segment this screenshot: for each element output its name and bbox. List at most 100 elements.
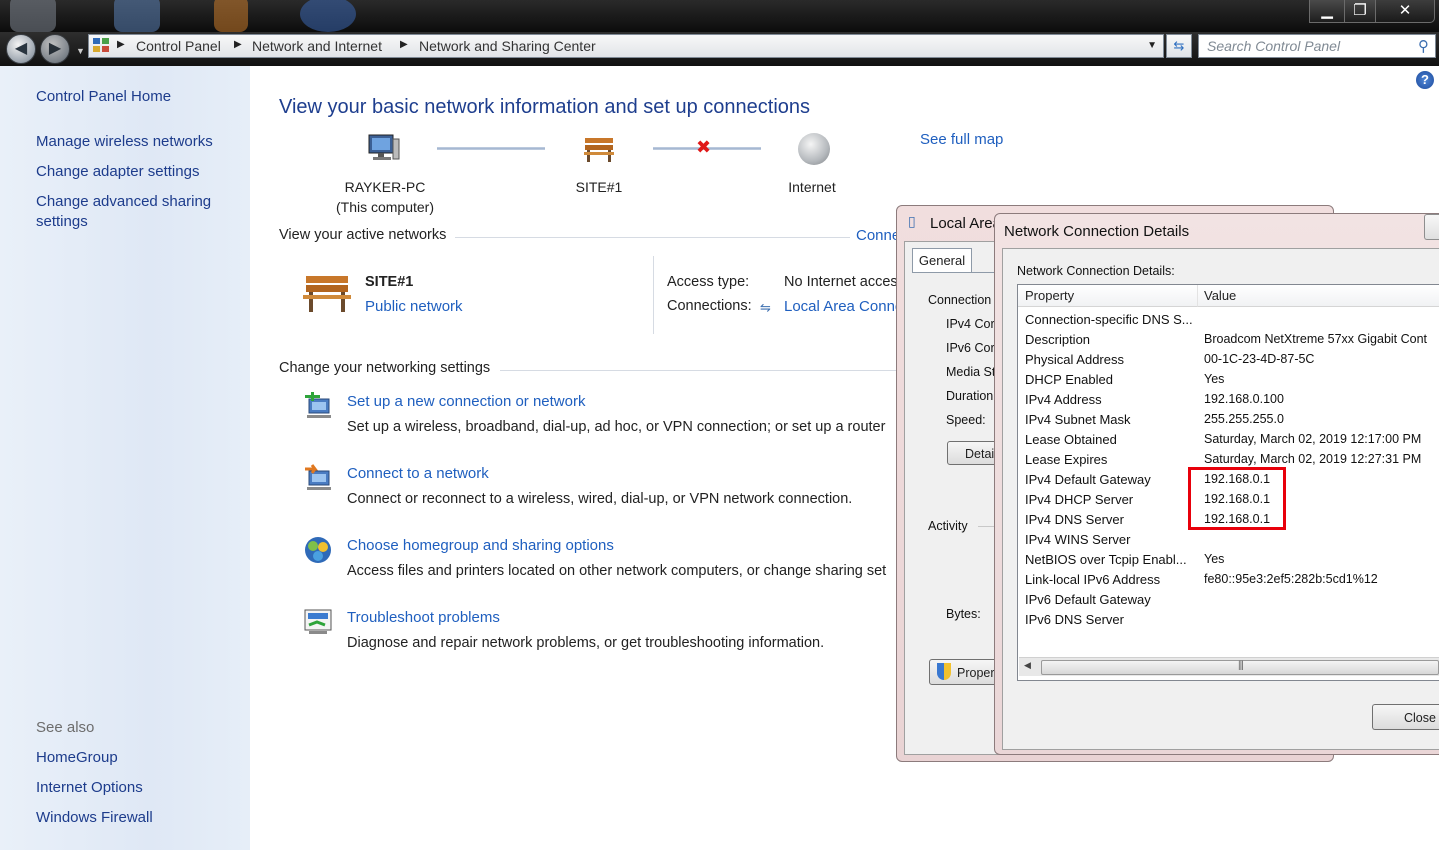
property-cell: DHCP Enabled: [1025, 372, 1113, 387]
local-area-connection-link[interactable]: Local Area Conne: [784, 298, 903, 315]
connections-label: Connections:: [667, 298, 752, 314]
scroll-thumb[interactable]: |||: [1041, 660, 1439, 675]
column-header-value[interactable]: Value: [1198, 285, 1439, 307]
property-cell: IPv6 Default Gateway: [1025, 592, 1151, 607]
details-close-x-button[interactable]: [1424, 214, 1439, 240]
search-placeholder: Search Control Panel: [1207, 38, 1341, 54]
bytes-label: Bytes:: [946, 607, 981, 621]
task-homegroup-desc: Access files and printers located on oth…: [347, 563, 887, 579]
map-internet-label: Internet: [788, 179, 836, 195]
connect-disconnect-link[interactable]: Conne: [856, 227, 900, 244]
value-cell: Broadcom NetXtreme 57xx Gigabit Cont: [1204, 332, 1428, 346]
computer-icon[interactable]: [366, 133, 400, 165]
map-network-label: SITE#1: [575, 179, 623, 195]
shield-icon: [937, 663, 951, 680]
task-connect-network-desc: Connect or reconnect to a wireless, wire…: [347, 491, 853, 507]
value-cell: 192.168.0.100: [1204, 392, 1284, 406]
see-full-map-link[interactable]: See full map: [920, 131, 1003, 148]
ipv4-connectivity-label: IPv4 Cor: [946, 317, 995, 331]
value-cell: Saturday, March 02, 2019 12:27:31 PM: [1204, 452, 1422, 466]
search-input[interactable]: Search Control Panel ⚲: [1198, 34, 1436, 58]
breadcrumb-separator-icon[interactable]: ▶: [400, 39, 408, 50]
help-icon[interactable]: ?: [1416, 71, 1434, 89]
desktop-icon: [300, 0, 356, 32]
see-also-heading: See also: [36, 719, 95, 736]
refresh-button[interactable]: ⇆: [1166, 34, 1192, 58]
minimize-button[interactable]: ▁: [1309, 0, 1345, 23]
property-cell: IPv4 Subnet Mask: [1025, 412, 1131, 427]
column-header-property[interactable]: Property: [1018, 285, 1198, 307]
value-cell: fe80::95e3:2ef5:282b:5cd1%12: [1204, 572, 1378, 586]
public-network-link[interactable]: Public network: [365, 298, 463, 315]
task-troubleshoot-desc: Diagnose and repair network problems, or…: [347, 635, 825, 651]
close-button[interactable]: ✕: [1375, 0, 1435, 23]
globe-icon[interactable]: [798, 133, 830, 165]
control-panel-home-link[interactable]: Control Panel Home: [36, 88, 171, 105]
activity-group-label: Activity: [928, 519, 968, 533]
tab-general[interactable]: General: [912, 248, 972, 273]
task-connect-network-link[interactable]: Connect to a network: [347, 465, 489, 482]
sidebar-item-change-adapter-settings[interactable]: Change adapter settings: [36, 163, 199, 180]
new-connection-icon: [303, 391, 333, 421]
sidebar-item-change-advanced-sharing-settings[interactable]: Change advanced sharing settings: [36, 192, 236, 232]
search-icon[interactable]: ⚲: [1418, 37, 1429, 55]
connect-network-icon: [303, 463, 333, 493]
media-state-label: Media St: [946, 365, 996, 379]
ipv6-connectivity-label: IPv6 Cor: [946, 341, 995, 355]
properties-button[interactable]: Proper: [929, 659, 999, 685]
network-adapter-icon: ⇋: [760, 300, 771, 315]
close-button-dialog[interactable]: Close: [1372, 704, 1439, 730]
maximize-button[interactable]: ❐: [1344, 0, 1376, 23]
active-networks-heading: View your active networks: [279, 227, 447, 243]
status-window-title: Local Area: [930, 215, 1001, 232]
property-cell: IPv6 DNS Server: [1025, 612, 1124, 627]
value-cell: Yes: [1204, 372, 1225, 386]
forward-button[interactable]: ▶: [40, 34, 70, 64]
connection-group-label: Connection: [928, 293, 992, 307]
desktop-icon: [214, 0, 248, 32]
vertical-divider: [653, 256, 654, 334]
property-cell: Physical Address: [1025, 352, 1124, 367]
task-troubleshoot-link[interactable]: Troubleshoot problems: [347, 609, 500, 626]
access-type-label: Access type:: [667, 274, 750, 290]
desktop-icon: [114, 0, 160, 32]
property-cell: Connection-specific DNS S...: [1025, 312, 1193, 327]
property-cell: Lease Obtained: [1025, 432, 1117, 447]
no-connection-x-icon[interactable]: ✖: [696, 137, 711, 158]
horizontal-scrollbar[interactable]: ◀ |||: [1019, 657, 1439, 676]
property-cell: Link-local IPv6 Address: [1025, 572, 1161, 587]
task-setup-connection-desc: Set up a wireless, broadband, dial-up, a…: [347, 419, 886, 435]
property-cell: IPv4 Default Gateway: [1025, 472, 1151, 487]
property-cell: IPv4 DNS Server: [1025, 512, 1124, 527]
window-title-bar[interactable]: ▁ ❐ ✕: [0, 0, 1439, 32]
see-also-homegroup-link[interactable]: HomeGroup: [36, 749, 118, 766]
highlight-annotation-box: [1188, 467, 1286, 530]
breadcrumb-separator-icon[interactable]: ▶: [234, 39, 242, 50]
address-bar[interactable]: ▶ Control Panel ▶ Network and Internet ▶…: [88, 34, 1164, 58]
task-homegroup-link[interactable]: Choose homegroup and sharing options: [347, 537, 614, 554]
bench-icon[interactable]: [583, 134, 615, 164]
troubleshoot-icon: [303, 607, 333, 637]
breadcrumb-separator-icon[interactable]: ▶: [117, 39, 125, 50]
scroll-left-arrow-icon[interactable]: ◀: [1024, 660, 1031, 671]
property-cell: IPv4 WINS Server: [1025, 532, 1131, 547]
breadcrumb-network-and-sharing-center[interactable]: Network and Sharing Center: [419, 38, 596, 54]
section-divider: [500, 370, 898, 371]
see-also-internet-options-link[interactable]: Internet Options: [36, 779, 143, 796]
breadcrumb-network-and-internet[interactable]: Network and Internet: [252, 38, 382, 54]
address-dropdown-icon[interactable]: ▼: [1147, 40, 1157, 51]
back-button[interactable]: ◀: [6, 34, 36, 64]
recent-pages-chevron-icon[interactable]: ▼: [76, 46, 85, 56]
map-connection-line: [437, 147, 545, 150]
bench-icon: [302, 273, 352, 315]
access-type-value: No Internet acces: [784, 274, 898, 290]
sidebar-item-manage-wireless-networks[interactable]: Manage wireless networks: [36, 133, 213, 150]
task-setup-connection-link[interactable]: Set up a new connection or network: [347, 393, 585, 410]
scroll-grip-icon: |||: [1238, 660, 1244, 671]
control-panel-icon: [92, 37, 110, 53]
desktop-icon: [10, 0, 56, 32]
breadcrumb-control-panel[interactable]: Control Panel: [136, 38, 221, 54]
section-divider: [455, 237, 850, 238]
duration-label: Duration: [946, 389, 994, 403]
see-also-windows-firewall-link[interactable]: Windows Firewall: [36, 809, 153, 826]
